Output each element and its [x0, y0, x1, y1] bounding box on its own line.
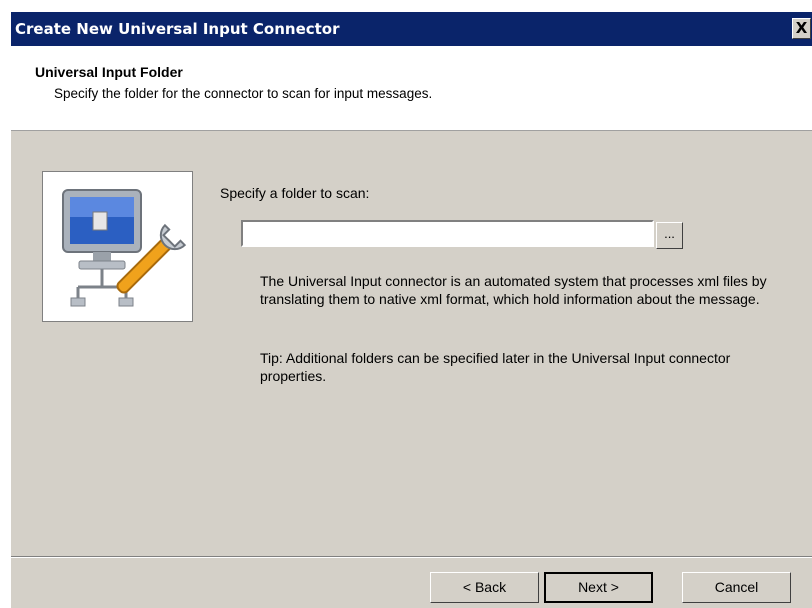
next-button[interactable]: Next > — [544, 572, 653, 603]
window-title: Create New Universal Input Connector — [15, 20, 340, 38]
title-bar: Create New Universal Input Connector — [11, 12, 812, 46]
cancel-button[interactable]: Cancel — [682, 572, 791, 603]
footer-divider-highlight — [11, 557, 812, 558]
wizard-window: Create New Universal Input Connector X U… — [11, 12, 812, 608]
close-button[interactable]: X — [792, 18, 811, 39]
folder-path-input[interactable] — [241, 220, 654, 247]
header-description: Specify the folder for the connector to … — [54, 86, 433, 101]
tip-text: Tip: Additional folders can be specified… — [260, 350, 731, 384]
network-computer-wrench-icon — [62, 189, 187, 307]
wizard-image — [42, 171, 193, 322]
wizard-header: Universal Input Folder Specify the folde… — [11, 46, 812, 131]
back-button[interactable]: < Back — [430, 572, 539, 603]
header-title: Universal Input Folder — [35, 64, 183, 80]
browse-button[interactable]: ... — [656, 222, 683, 249]
connector-description: The Universal Input connector is an auto… — [260, 273, 767, 307]
folder-label: Specify a folder to scan: — [220, 185, 370, 201]
